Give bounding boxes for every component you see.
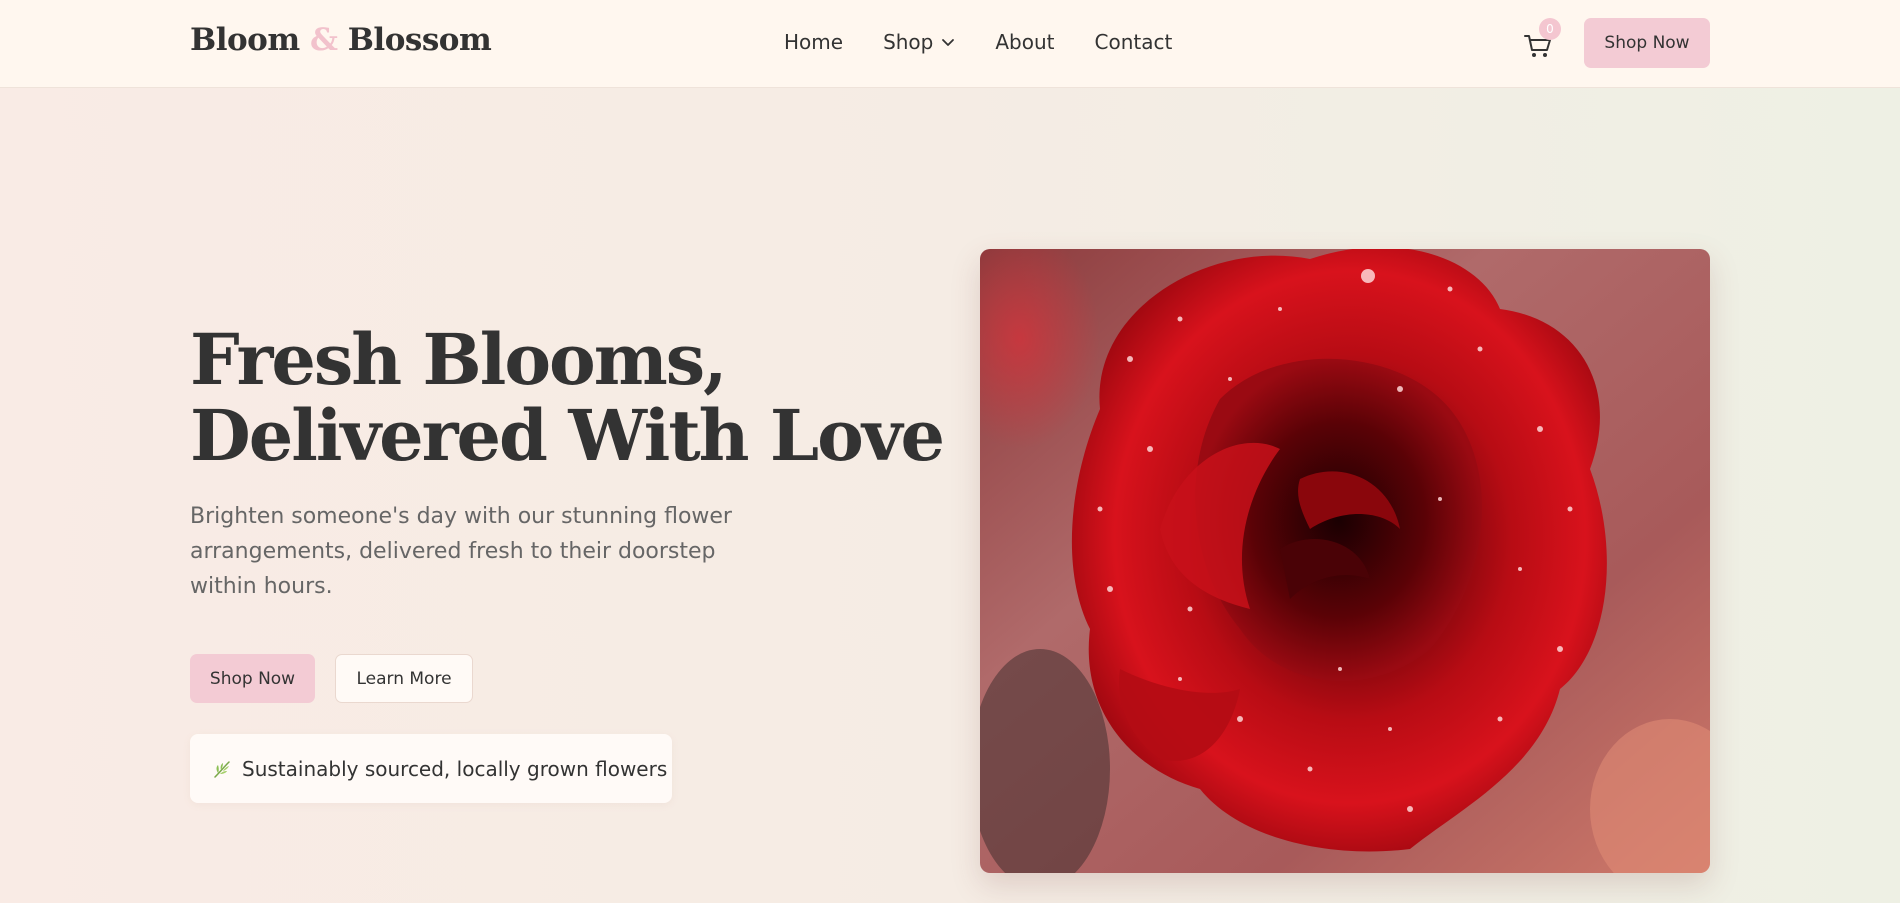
leaf-icon bbox=[214, 760, 230, 778]
sustainability-badge: Sustainably sourced, locally grown flowe… bbox=[190, 734, 672, 803]
brand-ampersand: & bbox=[309, 22, 338, 58]
brand-name-part1: Bloom bbox=[190, 22, 300, 58]
hero-learn-more-button[interactable]: Learn More bbox=[335, 654, 473, 703]
nav-item-shop[interactable]: Shop bbox=[883, 30, 955, 54]
brand-logo[interactable]: Bloom & Blossom bbox=[190, 22, 492, 58]
badge-text: Sustainably sourced, locally grown flowe… bbox=[242, 756, 668, 781]
top-navigation: Bloom & Blossom Home Shop About Contact … bbox=[0, 0, 1900, 88]
hero-shop-now-button[interactable]: Shop Now bbox=[190, 654, 315, 703]
rose-photo bbox=[980, 249, 1710, 873]
cart-count-badge: 0 bbox=[1539, 18, 1561, 40]
nav-item-label: Home bbox=[784, 30, 844, 54]
hero-rose-image bbox=[980, 249, 1710, 873]
header-shop-now-button[interactable]: Shop Now bbox=[1584, 18, 1710, 68]
nav-item-label: About bbox=[995, 30, 1055, 54]
chevron-down-icon bbox=[942, 39, 955, 46]
nav-item-home[interactable]: Home bbox=[784, 30, 843, 54]
nav-item-contact[interactable]: Contact bbox=[1095, 30, 1173, 54]
hero-title: Fresh Blooms, Delivered With Love bbox=[190, 322, 945, 477]
nav-item-about[interactable]: About bbox=[995, 30, 1054, 54]
main-menu: Home Shop About Contact bbox=[784, 30, 1172, 54]
hero-title-line2: Delivered With Love bbox=[190, 394, 945, 477]
hero-subtitle: Brighten someone's day with our stunning… bbox=[190, 504, 732, 599]
nav-item-label: Shop bbox=[883, 30, 934, 54]
nav-item-label: Contact bbox=[1094, 30, 1173, 54]
hero-title-line1: Fresh Blooms, bbox=[190, 318, 728, 401]
brand-name-part2: Blossom bbox=[347, 22, 492, 58]
cart-button[interactable]: 0 bbox=[1523, 18, 1561, 60]
